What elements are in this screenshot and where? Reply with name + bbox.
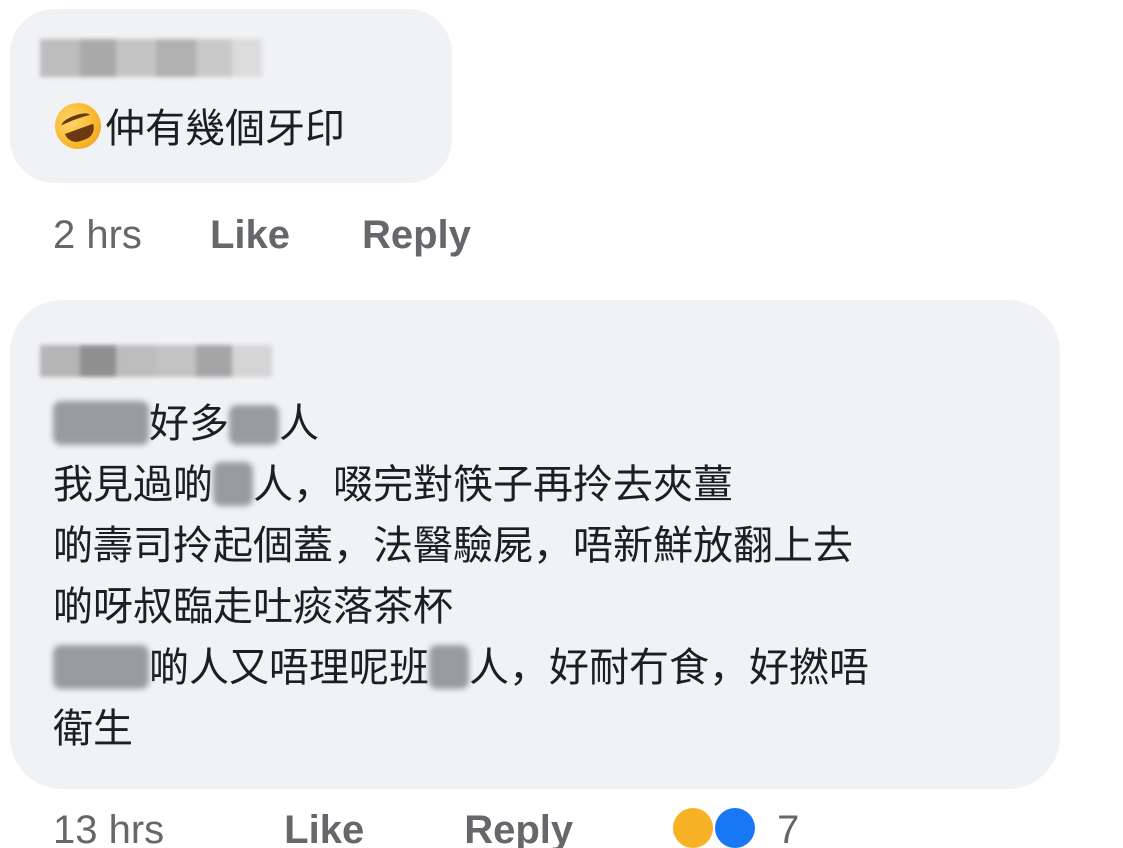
redaction-smudge [213, 462, 253, 506]
comment-actions: 13 hrs Like Reply 7 [53, 808, 799, 848]
reply-button[interactable]: Reply [362, 213, 471, 258]
comment-actions: 2 hrs Like Reply [53, 205, 543, 265]
comment-line: 衛生 [53, 706, 133, 752]
haha-icon[interactable] [673, 808, 714, 848]
comment-line: 啲呀叔臨走吐痰落茶杯 [53, 584, 453, 630]
comment-bubble: 好多人 我見過啲 人，啜完對筷子再拎去夾薑 啲壽司拎起個蓋，法醫驗屍，唔新鮮放翻上… [10, 300, 1060, 789]
comment-line: 我見過啲 人，啜完對筷子再拎去夾薑 [53, 462, 733, 508]
author-name-redacted[interactable] [40, 39, 262, 77]
comment-line: 啲人又唔理呢班 人，好耐冇食，好撚唔 [53, 638, 869, 699]
comment-text: 好多人 我見過啲 人，啜完對筷子再拎去夾薑 啲壽司拎起個蓋，法醫驗屍，唔新鮮放翻上… [53, 394, 869, 760]
like-icon[interactable] [715, 808, 756, 848]
redaction-smudge [53, 401, 149, 445]
like-button[interactable]: Like [284, 808, 364, 848]
comment-line: 好多人 [53, 394, 869, 455]
comment-timestamp[interactable]: 13 hrs [53, 808, 164, 848]
redaction-smudge [53, 645, 149, 689]
comment-bubble: 仲有幾個牙印 [10, 9, 452, 183]
like-button[interactable]: Like [210, 213, 290, 258]
author-name-redacted[interactable] [40, 345, 272, 377]
comment-timestamp[interactable]: 2 hrs [53, 213, 142, 258]
rolling-on-floor-laughing-icon [48, 96, 108, 156]
reaction-count[interactable]: 7 [777, 808, 799, 848]
redaction-smudge [429, 645, 469, 689]
comment-line: 啲壽司拎起個蓋，法醫驗屍，唔新鮮放翻上去 [53, 523, 853, 569]
reply-button[interactable]: Reply [464, 808, 573, 848]
redaction-smudge [229, 405, 279, 445]
comment-text: 仲有幾個牙印 [48, 96, 345, 160]
